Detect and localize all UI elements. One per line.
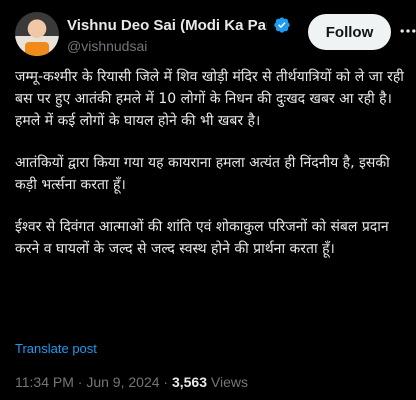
verified-badge-icon [274,17,290,33]
tweet-paragraph: आतंकियों द्वारा किया गया यह कायराना हमला… [15,155,390,193]
views-label: Views [210,374,248,390]
meta-separator: · [77,374,83,390]
tweet-paragraph: ईश्वर से दिवंगत आत्माओं की शांति एवं शोक… [15,219,389,257]
meta-separator: · [163,374,169,390]
author-handle[interactable]: @vishnudsai [67,38,147,54]
tweet-text: जम्मू-कश्मीर के रियासी जिले में शिव खोड़… [15,66,405,280]
translate-post-link[interactable]: Translate post [15,341,97,356]
author-display-name[interactable]: Vishnu Deo Sai (Modi Ka Par [67,17,267,34]
follow-button[interactable]: Follow [308,14,391,50]
post-date[interactable]: Jun 9, 2024 [86,374,159,390]
tweet-header: Vishnu Deo Sai (Modi Ka Par @vishnudsai … [15,8,416,60]
more-options-icon[interactable] [397,20,416,42]
tweet-meta: 11:34 PM · Jun 9, 2024 · 3,563 Views [15,374,248,390]
avatar[interactable] [15,12,59,56]
avatar-scarf [25,42,49,56]
post-time[interactable]: 11:34 PM [15,374,74,390]
tweet-paragraph: जम्मू-कश्मीर के रियासी जिले में शिव खोड़… [15,69,404,129]
views-count: 3,563 [171,374,208,390]
